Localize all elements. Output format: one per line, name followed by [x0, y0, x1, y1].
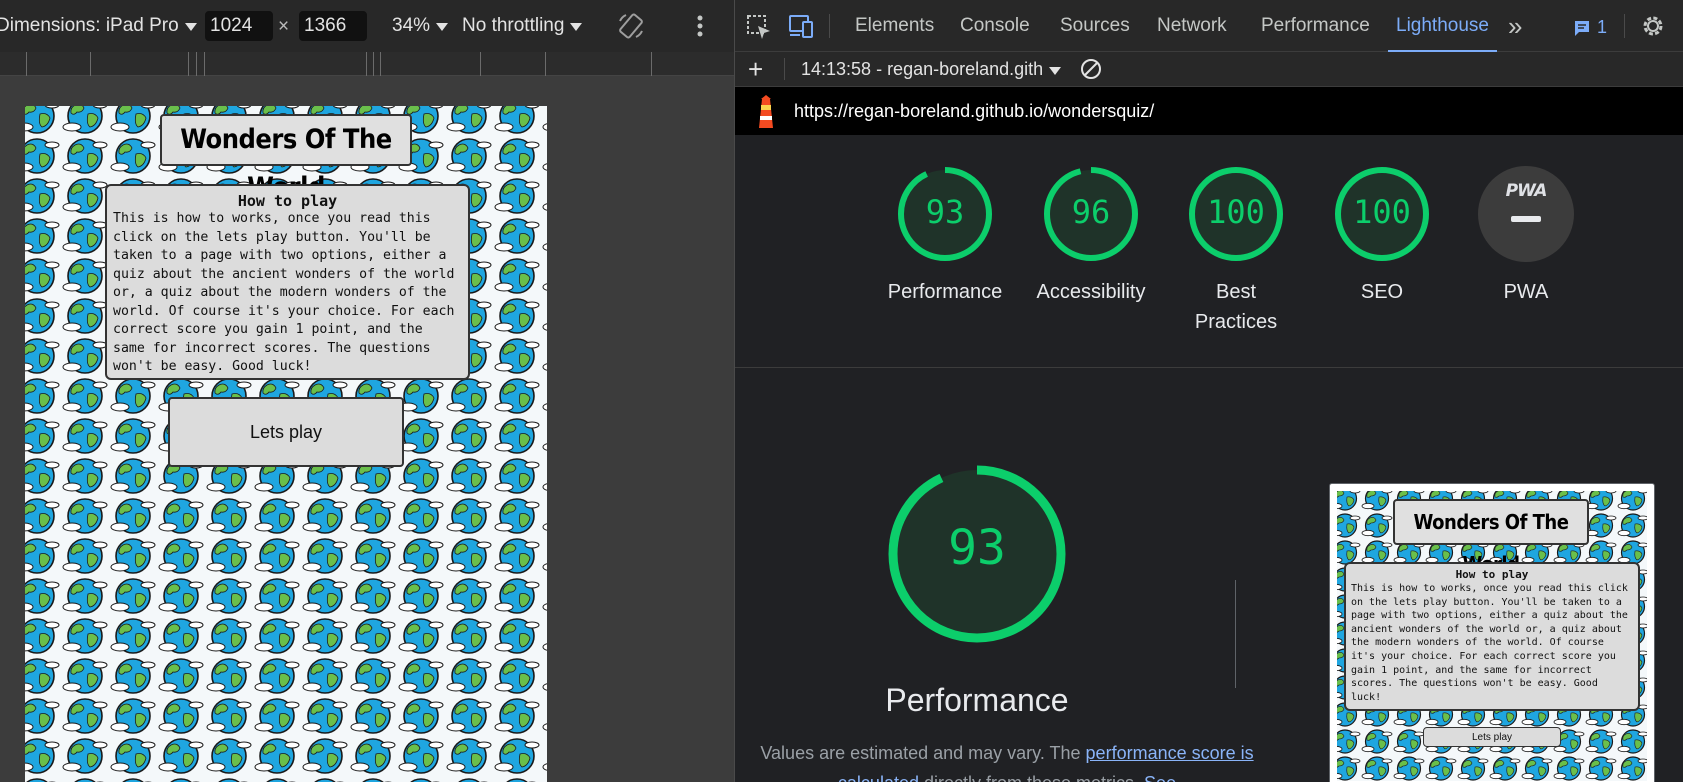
- gauge-score: 100: [1207, 193, 1265, 231]
- gauge-seo[interactable]: 100: [1333, 165, 1431, 263]
- gauge-label: Performance: [887, 281, 1003, 303]
- note-prefix: Values are estimated and may vary. The: [760, 743, 1086, 763]
- gauge-best-practices[interactable]: 100: [1187, 165, 1285, 263]
- message-icon: [1575, 20, 1589, 36]
- thumbnail-how-to-play-text: This is how to works, once you read this…: [1351, 583, 1628, 703]
- rotate-icon[interactable]: [617, 12, 645, 46]
- how-to-play-text: This is how to works, once you read this…: [113, 211, 455, 374]
- gauge-score: 100: [1353, 193, 1411, 231]
- gauge-label: Best Practices: [1194, 281, 1278, 333]
- throttling-dropdown[interactable]: No throttling: [462, 15, 583, 37]
- chevron-down-icon: [184, 23, 197, 31]
- chevron-down-icon: [1049, 66, 1062, 75]
- pwa-badge: PWA: [1505, 181, 1548, 201]
- device-toolbar: Dimensions: iPad Pro 1024 × 1366 34% No …: [0, 0, 734, 52]
- tab-network[interactable]: Network: [1157, 0, 1227, 52]
- gauge-accessibility[interactable]: 96: [1042, 165, 1140, 263]
- final-screenshot-thumbnail[interactable]: Wonders Of The World How to play This is…: [1329, 483, 1655, 782]
- tab-console[interactable]: Console: [960, 0, 1030, 52]
- zoom-value: 34%: [392, 15, 431, 36]
- big-performance-score: 93: [948, 520, 1006, 576]
- chevron-down-icon: [570, 23, 583, 31]
- gauge-performance[interactable]: 93: [896, 165, 994, 263]
- gauge-label: SEO: [1360, 281, 1404, 303]
- tab-performance[interactable]: Performance: [1261, 0, 1370, 52]
- section-divider: [735, 367, 1683, 368]
- how-to-play-box: How to play This is how to works, once y…: [105, 184, 470, 380]
- settings-gear-icon[interactable]: [1640, 13, 1666, 45]
- lighthouse-logo-icon: [753, 95, 779, 134]
- see-link[interactable]: See: [1144, 773, 1176, 782]
- report-selector-dropdown[interactable]: 14:13:58 - regan-boreland.gith: [801, 59, 1062, 80]
- more-options-icon[interactable]: [697, 14, 703, 44]
- how-to-play-heading: How to play: [237, 192, 338, 210]
- tab-sources[interactable]: Sources: [1060, 0, 1130, 52]
- gauge-label: Accessibility: [1036, 281, 1146, 303]
- gauge-score: 96: [1071, 193, 1111, 231]
- height-input[interactable]: 1366: [299, 11, 367, 41]
- report-selector-label: 14:13:58 - regan-boreland.gith: [801, 59, 1044, 79]
- device-dimensions-label: Dimensions: iPad Pro: [0, 15, 179, 36]
- thumbnail-lets-play-button: Lets play: [1423, 727, 1561, 747]
- width-input[interactable]: 1024: [205, 11, 273, 41]
- lets-play-button[interactable]: Lets play: [168, 397, 404, 467]
- thumbnail-how-to-play-heading: How to play: [1455, 568, 1529, 581]
- lighthouse-url-bar: https://regan-boreland.github.io/wonders…: [735, 87, 1683, 135]
- zoom-dropdown[interactable]: 34%: [392, 15, 449, 37]
- vertical-divider: [1235, 580, 1236, 688]
- big-performance-label: Performance: [885, 682, 1069, 718]
- device-emulation-pane: Dimensions: iPad Pro 1024 × 1366 34% No …: [0, 0, 734, 782]
- issues-count: 1: [1597, 17, 1608, 37]
- emulated-page: Wonders Of The World How to play This is…: [25, 106, 547, 782]
- issues-counter[interactable]: 1: [1573, 17, 1607, 38]
- thumbnail-quiz-title: Wonders Of The World: [1393, 499, 1589, 576]
- thumbnail-page: Wonders Of The World How to play This is…: [1337, 491, 1647, 781]
- times-sign: ×: [278, 16, 290, 37]
- note-suffix: directly from these metrics.: [919, 773, 1144, 782]
- quiz-title: Wonders Of The World: [160, 114, 412, 203]
- audited-url: https://regan-boreland.github.io/wonders…: [794, 100, 1155, 121]
- thumbnail-how-to-play-box: How to play This is how to works, once y…: [1344, 562, 1640, 711]
- device-dimensions-dropdown[interactable]: Dimensions: iPad Pro: [0, 15, 197, 37]
- devtools-tab-bar: Elements Console Sources Network Perform…: [735, 0, 1683, 52]
- tab-lighthouse[interactable]: Lighthouse: [1388, 0, 1497, 52]
- inspect-element-icon[interactable]: [746, 14, 772, 46]
- tab-elements[interactable]: Elements: [855, 0, 934, 52]
- media-query-ruler: [0, 52, 734, 76]
- performance-note: Values are estimated and may vary. The p…: [737, 738, 1277, 782]
- lighthouse-toolbar: + 14:13:58 - regan-boreland.gith: [735, 52, 1683, 87]
- more-tabs-icon[interactable]: »: [1508, 0, 1522, 52]
- throttling-value: No throttling: [462, 15, 565, 36]
- device-toolbar-icon[interactable]: [787, 14, 815, 46]
- pwa-label: PWA: [1503, 281, 1549, 303]
- chevron-down-icon: [436, 23, 449, 31]
- new-report-plus-icon[interactable]: +: [748, 56, 763, 82]
- clear-block-icon[interactable]: [1080, 58, 1102, 85]
- gauge-score: 93: [925, 193, 965, 231]
- pwa-gauge[interactable]: PWA: [1477, 165, 1575, 263]
